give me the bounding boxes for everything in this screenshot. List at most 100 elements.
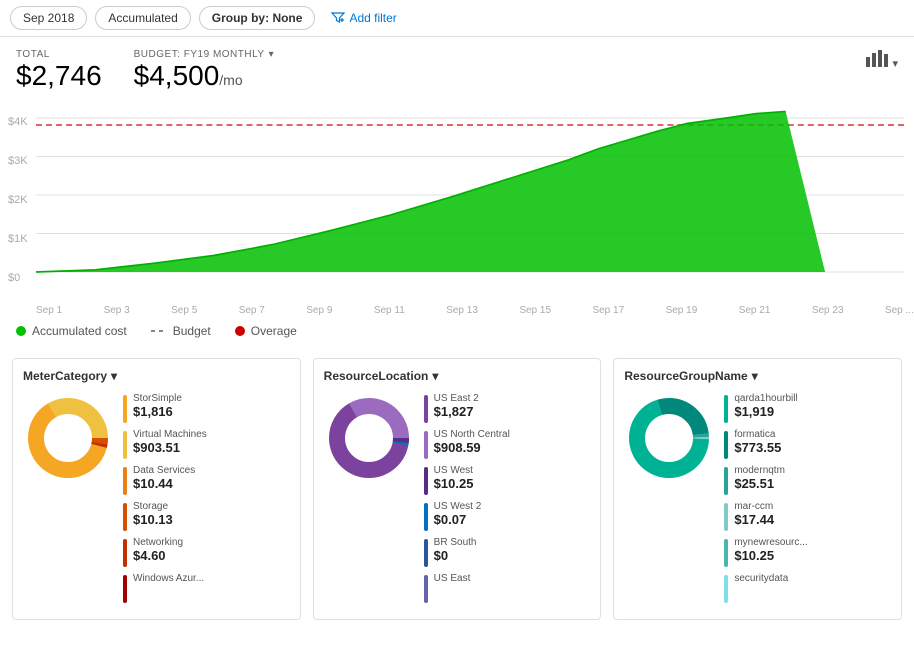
legend-budget: Budget <box>151 324 211 338</box>
list-item: mynewresourc... $10.25 <box>724 537 891 567</box>
legend-accumulated-label: Accumulated cost <box>32 324 127 338</box>
budget-amount: $4,500/mo <box>134 60 274 92</box>
legend-accumulated: Accumulated cost <box>16 324 127 338</box>
list-item: mar-ccm $17.44 <box>724 501 891 531</box>
resource-group-panel: ResourceGroupName ▾ qarda1hourbill <box>613 358 902 620</box>
y-label-0: $0 <box>8 272 28 284</box>
resource-location-content: US East 2 $1,827 US North Central $908.5… <box>324 393 591 609</box>
legend-text: formatica $773.55 <box>734 429 781 455</box>
legend-text: US North Central $908.59 <box>434 429 510 455</box>
legend-text: mynewresourc... $10.25 <box>734 537 807 563</box>
area-chart-svg <box>36 96 904 316</box>
legend-text: Virtual Machines $903.51 <box>133 429 207 455</box>
color-bar <box>123 539 127 567</box>
legend-budget-label: Budget <box>173 324 211 338</box>
color-bar <box>123 503 127 531</box>
color-bar <box>123 467 127 495</box>
chart-area: $4K $3K $2K $1K $0 Sep 1 Sep 3 Sep 5 Sep… <box>0 96 914 316</box>
list-item: US North Central $908.59 <box>424 429 591 459</box>
color-bar <box>724 431 728 459</box>
legend-text: Storage $10.13 <box>133 501 173 527</box>
legend-text: US East 2 $1,827 <box>434 393 479 419</box>
x-label-sep3: Sep 3 <box>104 305 130 316</box>
y-label-3k: $3K <box>8 155 28 167</box>
budget-label: BUDGET: FY19 MONTHLY ▾ <box>134 49 274 60</box>
group-by-value: None <box>272 11 302 25</box>
resource-group-title[interactable]: ResourceGroupName ▾ <box>624 369 891 383</box>
date-button[interactable]: Sep 2018 <box>10 6 87 30</box>
total-block: TOTAL $2,746 <box>16 49 102 92</box>
list-item: US West 2 $0.07 <box>424 501 591 531</box>
resource-location-title[interactable]: ResourceLocation ▾ <box>324 369 591 383</box>
x-label-sep17: Sep 17 <box>592 305 624 316</box>
budget-label-text: BUDGET: FY19 MONTHLY <box>134 49 265 60</box>
chevron-down-icon[interactable]: ▾ <box>269 49 275 60</box>
list-item: US West $10.25 <box>424 465 591 495</box>
x-label-sep11: Sep 11 <box>374 305 405 316</box>
list-item: Virtual Machines $903.51 <box>123 429 290 459</box>
accumulated-dot <box>16 326 26 336</box>
x-label-sep7: Sep 7 <box>239 305 265 316</box>
meter-category-title[interactable]: MeterCategory ▾ <box>23 369 290 383</box>
chart-legend: Accumulated cost Budget Overage <box>0 316 914 350</box>
list-item: StorSimple $1,816 <box>123 393 290 423</box>
legend-overage: Overage <box>235 324 297 338</box>
legend-text: Windows Azur... <box>133 573 204 584</box>
summary-left: TOTAL $2,746 BUDGET: FY19 MONTHLY ▾ $4,5… <box>16 49 274 92</box>
legend-text: US West $10.25 <box>434 465 474 491</box>
resource-location-label: ResourceLocation <box>324 369 429 383</box>
legend-text: StorSimple $1,816 <box>133 393 182 419</box>
budget-block: BUDGET: FY19 MONTHLY ▾ $4,500/mo <box>134 49 274 92</box>
color-bar <box>724 467 728 495</box>
resource-location-chevron: ▾ <box>432 369 438 383</box>
resource-group-label: ResourceGroupName <box>624 369 747 383</box>
color-bar <box>123 431 127 459</box>
x-label-sep19: Sep 19 <box>666 305 698 316</box>
y-label-4k: $4K <box>8 116 28 128</box>
color-bar <box>724 503 728 531</box>
x-label-sep5: Sep 5 <box>171 305 197 316</box>
add-filter-button[interactable]: Add filter <box>323 7 404 29</box>
group-by-label: Group by: <box>212 11 269 25</box>
legend-text: BR South $0 <box>434 537 477 563</box>
toolbar: Sep 2018 Accumulated Group by: None Add … <box>0 0 914 37</box>
color-bar <box>424 539 428 567</box>
legend-text: US East <box>434 573 471 584</box>
total-amount: $2,746 <box>16 60 102 92</box>
legend-overage-label: Overage <box>251 324 297 338</box>
x-label-sep21: Sep 21 <box>739 305 771 316</box>
color-bar <box>424 503 428 531</box>
overage-dot <box>235 326 245 336</box>
list-item: formatica $773.55 <box>724 429 891 459</box>
list-item: qarda1hourbill $1,919 <box>724 393 891 423</box>
x-label-sep15: Sep 15 <box>519 305 551 316</box>
legend-text: US West 2 $0.07 <box>434 501 482 527</box>
color-bar <box>123 575 127 603</box>
list-item: Windows Azur... <box>123 573 290 603</box>
chart-type-icon[interactable]: ▾ <box>866 49 898 72</box>
color-bar <box>424 395 428 423</box>
color-bar <box>123 395 127 423</box>
color-bar <box>424 467 428 495</box>
list-item: modernqtm $25.51 <box>724 465 891 495</box>
resource-group-chevron: ▾ <box>752 369 758 383</box>
color-bar <box>724 575 728 603</box>
budget-line-legend <box>151 330 167 332</box>
legend-text: Data Services $10.44 <box>133 465 195 491</box>
total-label: TOTAL <box>16 49 102 60</box>
list-item: US East <box>424 573 591 603</box>
summary-area: TOTAL $2,746 BUDGET: FY19 MONTHLY ▾ $4,5… <box>0 37 914 96</box>
meter-category-content: StorSimple $1,816 Virtual Machines $903.… <box>23 393 290 609</box>
group-by-button[interactable]: Group by: None <box>199 6 316 30</box>
legend-text: modernqtm $25.51 <box>734 465 785 491</box>
list-item: securitydata <box>724 573 891 603</box>
x-label-sep-end: Sep ... <box>885 305 914 316</box>
add-filter-label: Add filter <box>349 11 396 25</box>
x-label-sep23: Sep 23 <box>812 305 844 316</box>
color-bar <box>724 539 728 567</box>
legend-text: qarda1hourbill $1,919 <box>734 393 797 419</box>
legend-text: mar-ccm $17.44 <box>734 501 774 527</box>
legend-text: Networking $4.60 <box>133 537 183 563</box>
accumulated-button[interactable]: Accumulated <box>95 6 190 30</box>
area-chart-fill <box>36 111 825 272</box>
